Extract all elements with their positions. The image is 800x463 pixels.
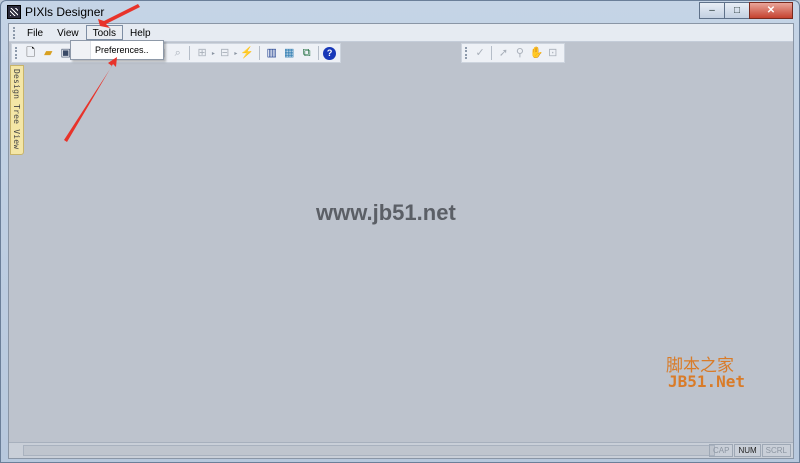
menubar-grip[interactable] xyxy=(13,26,16,39)
main-toolbar: 🗋 ▰ ▣ ↶ ↷ ✂ ❐ ▤ ⌕ ⊞ ▸ ⊟ ▸ ⚡ ▥ ▦ ⧉ ? xyxy=(11,43,341,63)
site-watermark: www.jb51.net xyxy=(316,200,456,225)
app-window: PIXls Designer – □ ✕ File View Tools Hel… xyxy=(0,0,800,463)
toolbar-separator xyxy=(318,46,320,60)
window-controls: – □ ✕ xyxy=(699,2,793,19)
menu-gutter xyxy=(71,41,91,59)
menu-help[interactable]: Help xyxy=(123,25,158,40)
menu-item-preferences[interactable]: Preferences.. xyxy=(95,45,149,55)
zoom-icon[interactable]: ⌕ xyxy=(170,45,186,61)
deploy-icon[interactable]: ▦ xyxy=(281,45,297,61)
ungroup-icon[interactable]: ⊟ xyxy=(217,45,233,61)
wizard-icon[interactable]: ⚡ xyxy=(239,45,255,61)
edit-toolbar: ✓ ➚ ⚲ ✋ ⊡ xyxy=(461,43,565,63)
open-folder-icon[interactable]: ▰ xyxy=(40,45,56,61)
new-file-icon[interactable]: 🗋 xyxy=(23,45,39,61)
toolbar-separator xyxy=(189,46,191,60)
status-message-area xyxy=(23,445,715,456)
client-area: File View Tools Help Preferences.. 🗋 ▰ ▣… xyxy=(8,23,794,459)
tools-dropdown-menu: Preferences.. xyxy=(70,40,164,60)
build-icon[interactable]: ▥ xyxy=(264,45,280,61)
scroll-lock-indicator: SCRL xyxy=(761,444,791,457)
menu-tools[interactable]: Tools xyxy=(85,25,123,40)
design-tree-view-tab[interactable]: Design Tree View xyxy=(10,65,24,155)
num-lock-indicator: NUM xyxy=(734,444,761,457)
window-title: PIXls Designer xyxy=(25,5,105,19)
toolbar-grip[interactable] xyxy=(465,47,468,59)
side-tab-label: Design Tree View xyxy=(12,69,21,150)
close-button[interactable]: ✕ xyxy=(749,2,793,19)
toolbar-grip[interactable] xyxy=(15,47,18,59)
network-icon[interactable]: ⧉ xyxy=(299,45,315,61)
menu-view[interactable]: View xyxy=(50,25,86,40)
toolbar-separator xyxy=(491,46,493,60)
check-icon[interactable]: ✓ xyxy=(473,45,487,61)
watermark-logo-en: JB51.Net xyxy=(668,372,746,391)
status-bar: CAP NUM SCRL xyxy=(9,442,793,458)
hand-icon[interactable]: ✋ xyxy=(529,45,543,61)
dropdown-caret-icon[interactable]: ▸ xyxy=(212,50,215,57)
dropdown-caret-icon[interactable]: ▸ xyxy=(234,50,237,57)
maximize-button[interactable]: □ xyxy=(724,2,750,19)
help-icon[interactable]: ? xyxy=(323,46,336,60)
minimize-button[interactable]: – xyxy=(699,2,725,19)
status-indicators: CAP NUM SCRL xyxy=(708,444,791,457)
group-icon[interactable]: ⊞ xyxy=(194,45,210,61)
app-logo-icon xyxy=(7,5,21,19)
toolbar-separator xyxy=(258,46,260,60)
title-bar[interactable]: PIXls Designer – □ ✕ xyxy=(1,1,799,23)
pointer-icon[interactable]: ➚ xyxy=(496,45,510,61)
magnify-icon[interactable]: ⚲ xyxy=(513,45,527,61)
caps-lock-indicator: CAP xyxy=(708,444,734,457)
menu-file[interactable]: File xyxy=(20,25,50,40)
fit-icon[interactable]: ⊡ xyxy=(546,45,560,61)
